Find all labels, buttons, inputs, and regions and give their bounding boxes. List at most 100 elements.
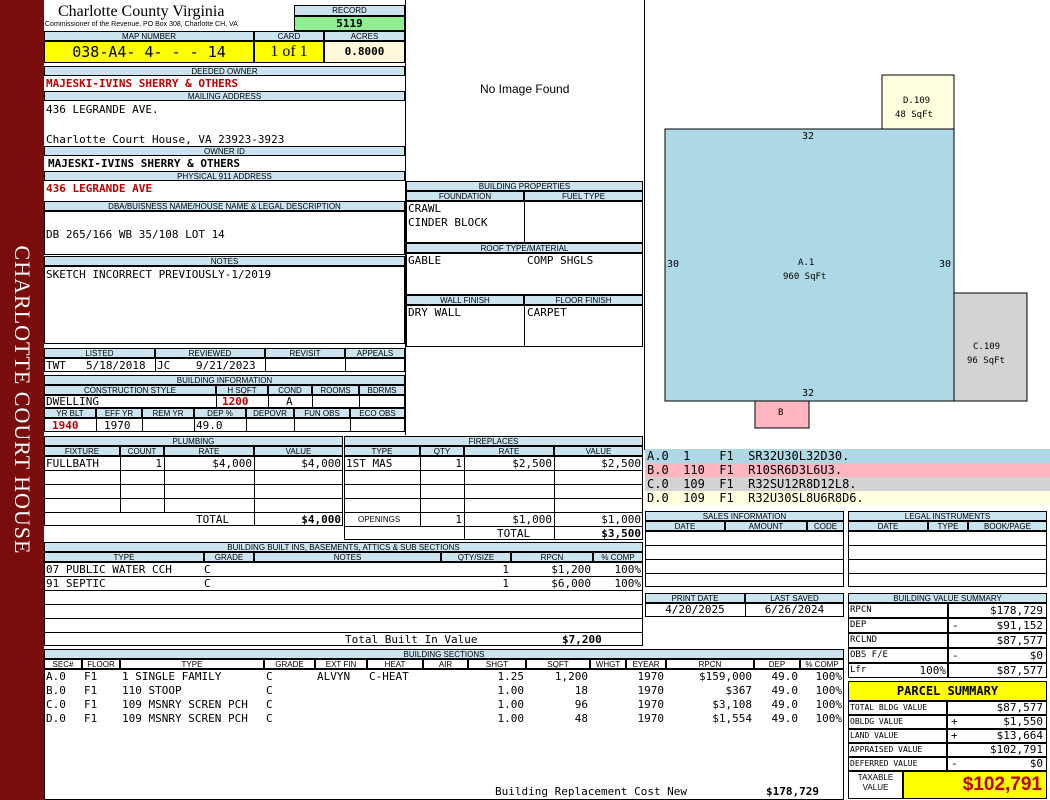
bvs-row-value: $91,152 (948, 618, 1047, 633)
wall-finish-label: WALL FINISH (406, 295, 524, 305)
rooms-label: ROOMS (312, 385, 359, 395)
section-cell: 49.0 (771, 712, 799, 725)
cond-label: COND (268, 385, 312, 395)
sketch-left-dim: 30 (667, 259, 680, 270)
bvs-row-label: DEP (850, 620, 867, 630)
fireplaces-label: FIREPLACES (344, 436, 643, 446)
section-cell: 49.0 (771, 684, 799, 697)
parcel-row-label: APPRAISED VALUE (850, 745, 923, 754)
no-image-text: No Image Found (480, 82, 570, 96)
building-info-label: BUILDING INFORMATION (44, 375, 405, 385)
section-header: HEAT (367, 659, 423, 669)
record-label: RECORD (294, 5, 405, 16)
builtins-h5: % COMP (593, 552, 643, 562)
mailing-address-label: MAILING ADDRESS (44, 91, 405, 101)
section-cell: 109 MSNRY SCREN PCH (122, 698, 248, 711)
parcel-row-value: $102,791 (947, 743, 1047, 757)
fireplaces-total: $3,500 (601, 527, 641, 540)
section-cell: C (266, 684, 273, 697)
construction-style-value: DWELLING (46, 395, 99, 408)
section-header: % COMP (800, 659, 844, 669)
section-cell: 1970 (637, 712, 665, 725)
sketch-c-label: C.109 (973, 342, 1001, 352)
legal-instruments-label: LEGAL INSTRUMENTS (848, 511, 1047, 521)
section-cell: 1970 (637, 698, 665, 711)
section-cell: F1 (84, 712, 98, 725)
listed-label: LISTED (44, 348, 155, 358)
print-date-value: 4/20/2025 (665, 603, 725, 616)
building-sketch (664, 74, 1028, 429)
card-value: 1 of 1 (254, 41, 324, 63)
ecoobs-label: ECO OBS (350, 408, 405, 418)
notes-label: NOTES (44, 256, 405, 266)
listed-by: TWT (46, 359, 66, 372)
physical-address-label: PHYSICAL 911 ADDRESS (44, 171, 405, 181)
bvs-row-value: $87,577 (948, 633, 1047, 648)
section-cell: 49.0 (771, 670, 799, 683)
revisit-label: REVISIT (265, 348, 345, 358)
section-cell: 18 (574, 684, 588, 697)
bvs-row-label: OBS F/E (850, 650, 888, 660)
builtins-h3: QTY/SIZE (441, 552, 511, 562)
section-header: EYEAR (626, 659, 666, 669)
section-header: AIR (423, 659, 468, 669)
section-cell: 1.00 (497, 712, 525, 725)
section-cell: D.0 (46, 712, 66, 725)
parcel-row-value: $13,664 (947, 729, 1047, 743)
replacement-cost-label: Building Replacement Cost New (495, 785, 688, 798)
builtin-cell: C (204, 577, 211, 590)
builtin-cell: C (204, 563, 211, 576)
section-cell: 49.0 (771, 698, 799, 711)
section-cell: C-HEAT (369, 670, 409, 683)
bvs-label: BUILDING VALUE SUMMARY (848, 593, 1047, 603)
section-cell: 109 MSNRY SCREN PCH (122, 712, 248, 725)
fireplace-qty: 1 (455, 457, 462, 470)
notes-value: SKETCH INCORRECT PREVIOUSLY-1/2019 (46, 268, 272, 281)
dep-label: DEP % (194, 408, 246, 418)
builtin-cell: $1,200 (551, 563, 591, 576)
section-header: SHGT (468, 659, 526, 669)
plumbing-value: $4,000 (301, 457, 341, 470)
builtin-cell: $6,000 (551, 577, 591, 590)
bvs-row-mod: 100% (919, 664, 947, 677)
builtin-cell: 1 (502, 563, 509, 576)
openings-label: OPENINGS (358, 515, 401, 524)
hsqft-value: 1200 (222, 395, 249, 408)
last-saved-label: LAST SAVED (745, 593, 844, 603)
reviewed-label: REVIEWED (155, 348, 265, 358)
section-header: RPCN (666, 659, 754, 669)
yrblt-value: 1940 (52, 419, 79, 432)
replacement-cost-value: $178,729 (766, 785, 819, 798)
taxable-label-2: VALUE (862, 783, 889, 792)
hsqft-label: H SQFT (216, 385, 268, 395)
plumbing-h0: FIXTURE (44, 446, 120, 456)
parcel-row-value: $87,577 (947, 701, 1047, 715)
reviewed-by: JC (157, 359, 171, 372)
section-cell: F1 (84, 698, 98, 711)
roof-value-2: COMP SHGLS (527, 254, 594, 267)
section-cell: 1970 (637, 684, 665, 697)
section-cell: 48 (574, 712, 588, 725)
parcel-summary-title: PARCEL SUMMARY (848, 681, 1047, 701)
sales-code-header: CODE (807, 521, 844, 531)
section-cell: $1,554 (712, 712, 752, 725)
builtins-h0: TYPE (44, 552, 204, 562)
fuel-type-label: FUEL TYPE (524, 191, 643, 201)
sales-info-label: SALES INFORMATION (645, 511, 844, 521)
fireplaces-h2: RATE (464, 446, 554, 456)
yrblt-label: YR BLT (44, 408, 96, 418)
deeded-owner-value: MAJESKI-IVINS SHERRY & OTHERS (46, 77, 239, 90)
builtin-cell: 91 SEPTIC (46, 577, 106, 590)
builtin-cell: 100% (614, 577, 642, 590)
builtin-cell: 1 (502, 577, 509, 590)
bvs-row-label: RCLND (850, 635, 878, 645)
plumbing-total-label: TOTAL (196, 513, 230, 526)
fireplaces-h3: VALUE (554, 446, 643, 456)
builtins-total-label: Total Built In Value (345, 633, 478, 646)
sales-amount-header: AMOUNT (725, 521, 807, 531)
appeals-label: APPEALS (345, 348, 405, 358)
parcel-row-label: LAND VALUE (850, 731, 899, 740)
section-header: DEP (754, 659, 800, 669)
mailing-address-line1: 436 LEGRANDE AVE. (46, 103, 159, 116)
sidebar-banner: CHARLOTTE COURT HOUSE (0, 0, 44, 800)
